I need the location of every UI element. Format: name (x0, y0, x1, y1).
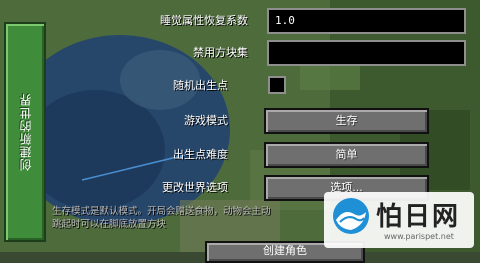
sleep-recovery-label: 睡觉属性恢复系数 (160, 14, 248, 27)
spawn-difficulty-row: 出生点难度 简单 (140, 142, 466, 168)
description-line-1: 生存模式是默认模式。开局会赠送食物，动物会主动 (52, 206, 271, 217)
watermark-brand: 怕日网 (376, 202, 461, 232)
spawn-difficulty-label: 出生点难度 (173, 148, 228, 161)
description-line-2: 跳起时可以在脚底放置方块 (52, 219, 167, 230)
world-options-label: 更改世界选项 (162, 181, 228, 194)
random-spawn-checkbox[interactable] (268, 76, 286, 94)
create-world-tab-label: 创建新的世界 (18, 93, 33, 171)
game-mode-button[interactable]: 生存 (264, 108, 429, 134)
game-mode-description: 生存模式是默认模式。开局会赠送食物，动物会主动 跳起时可以在脚底放置方块 (52, 205, 352, 231)
sleep-recovery-input[interactable]: 1.0 (267, 8, 466, 34)
game-mode-label: 游戏模式 (184, 114, 228, 127)
random-spawn-row: 随机出生点 (140, 73, 466, 99)
site-watermark: 怕日网 www.parispet.net (324, 192, 474, 248)
banned-blocks-row: 禁用方块集 (140, 40, 466, 66)
spawn-difficulty-button[interactable]: 简单 (264, 142, 429, 168)
game-mode-row: 游戏模式 生存 (140, 108, 466, 134)
wave-logo-icon (333, 198, 369, 234)
sleep-recovery-row: 睡觉属性恢复系数 1.0 (140, 8, 466, 34)
random-spawn-label: 随机出生点 (173, 79, 228, 92)
watermark-url: www.parispet.net (384, 232, 454, 241)
banned-blocks-input[interactable] (267, 40, 466, 66)
banned-blocks-label: 禁用方块集 (193, 46, 248, 59)
create-world-tab[interactable]: 创建新的世界 (4, 22, 46, 242)
